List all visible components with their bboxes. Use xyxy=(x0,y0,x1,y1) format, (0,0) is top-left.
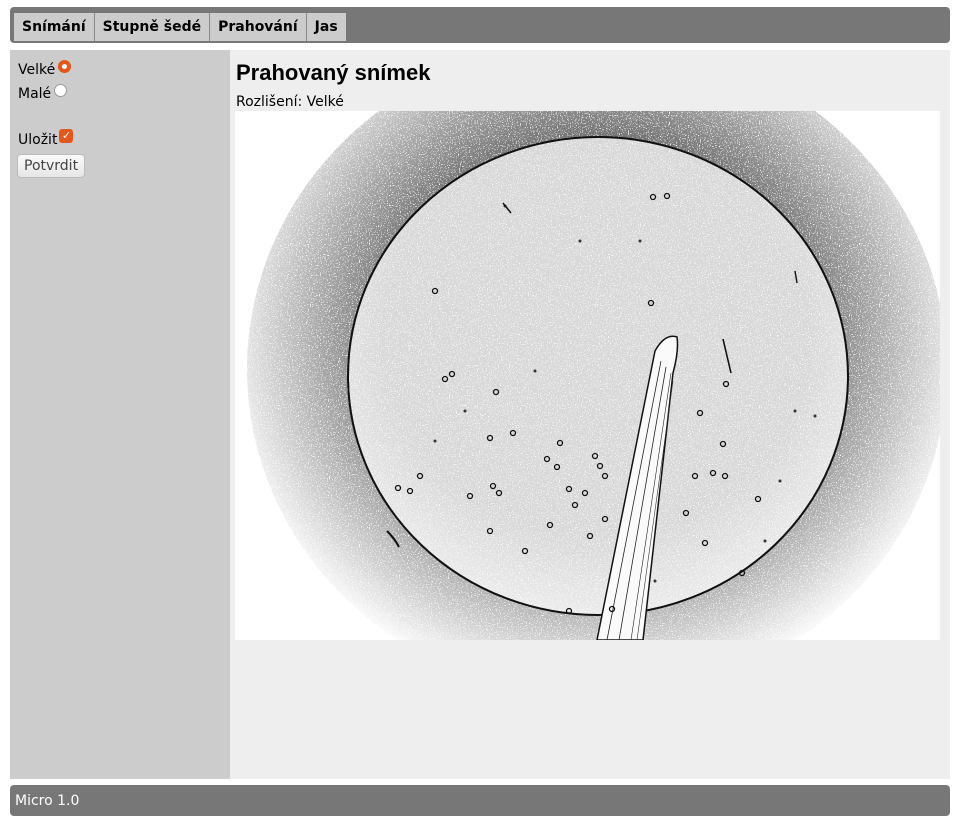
tab-snimani[interactable]: Snímání xyxy=(14,13,95,41)
tab-jas[interactable]: Jas xyxy=(306,13,346,41)
footer-version: Micro 1.0 xyxy=(15,793,80,809)
thresholded-image xyxy=(235,111,940,640)
save-label: Uložit xyxy=(18,132,58,148)
tab-stupne-sede[interactable]: Stupně šedé xyxy=(94,13,211,41)
size-option-large-label: Velké xyxy=(18,62,56,78)
save-option[interactable]: Uložit ✓ xyxy=(18,129,74,148)
size-option-small-label: Malé xyxy=(18,86,52,102)
top-navigation-bar: Snímání Stupně šedé Prahování Jas xyxy=(10,7,950,43)
resolution-label: Rozlišení: Velké xyxy=(236,94,344,110)
save-checkbox[interactable]: ✓ xyxy=(59,129,74,143)
sidebar: Velké Malé Uložit ✓ Potvrdit xyxy=(10,50,230,779)
size-option-small[interactable]: Malé xyxy=(18,83,68,102)
size-option-large[interactable]: Velké xyxy=(18,59,72,78)
tab-list: Snímání Stupně šedé Prahování Jas xyxy=(14,13,346,41)
footer-bar: Micro 1.0 xyxy=(10,785,950,816)
confirm-button[interactable]: Potvrdit xyxy=(17,154,86,178)
thresholded-image-graphic xyxy=(235,111,940,640)
page-title: Prahovaný snímek xyxy=(236,60,431,85)
tab-prahovani[interactable]: Prahování xyxy=(210,13,307,41)
size-large-radio[interactable] xyxy=(58,59,72,73)
main-content: Prahovaný snímek Rozlišení: Velké xyxy=(230,50,950,779)
size-small-radio[interactable] xyxy=(54,83,68,97)
